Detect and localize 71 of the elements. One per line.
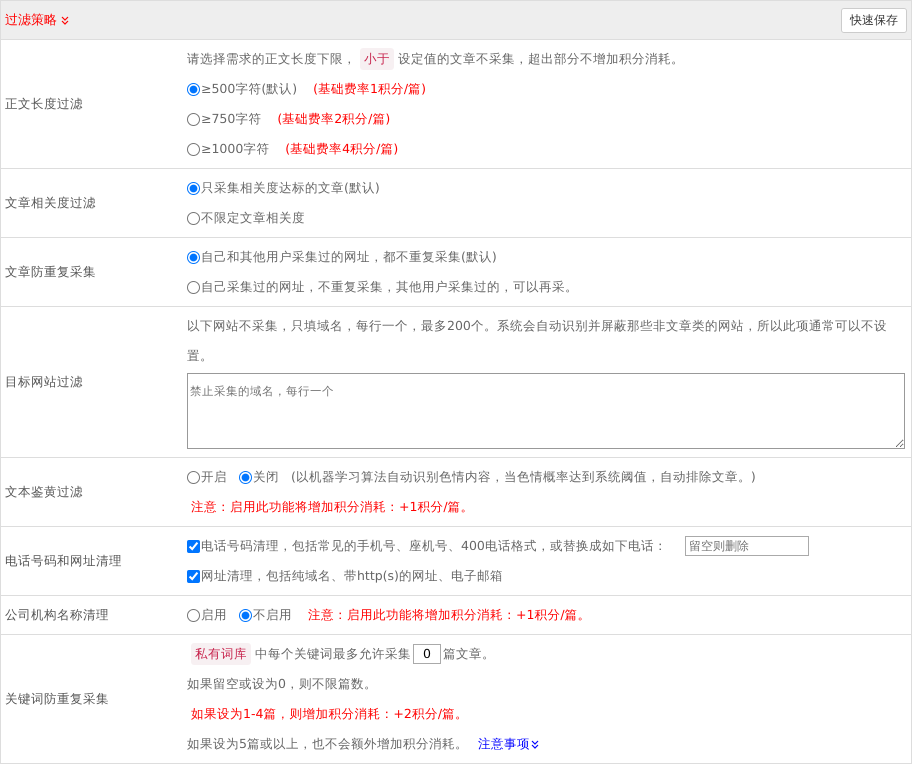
checkbox[interactable] (187, 540, 200, 552)
radio-option[interactable]: 开启 (187, 462, 227, 492)
radio-option[interactable]: 自己采集过的网址，不重复采集，其他用户采集过的，可以再采。 (187, 272, 578, 302)
radio-button[interactable] (239, 608, 252, 622)
radio-option[interactable]: 不限定文章相关度 (187, 203, 305, 233)
radio-option[interactable]: ≥750字符 (187, 104, 262, 134)
option-label: 启用 (201, 606, 227, 624)
keyword-tag: 私有词库 (191, 643, 251, 665)
description-text: 如果留空或设为0，则不限篇数。 (187, 676, 377, 691)
description-text: 中每个关键词最多允许采集 (255, 645, 411, 663)
description-text: (以机器学习算法自动识别色情内容，当色情概率达到系统阈值，自动排除文章。) (291, 468, 756, 486)
radio-button[interactable] (187, 470, 200, 484)
checkbox-option[interactable]: 网址清理，包括纯域名、带http(s)的网址、电子邮箱 (187, 561, 503, 591)
row-label: 关键词防重复采集 (5, 690, 109, 708)
section-title[interactable]: 过滤策略 (5, 11, 57, 29)
row-label: 文章防重复采集 (5, 264, 96, 280)
notes-link[interactable]: 注意事项 (478, 729, 539, 759)
count-input[interactable]: 0 (413, 644, 441, 664)
row-label: 文章相关度过滤 (5, 194, 96, 212)
option-label: 关闭 (253, 468, 279, 486)
radio-option[interactable]: 只采集相关度达标的文章(默认) (187, 173, 380, 203)
warning-text: (基础费率2积分/篇) (277, 110, 390, 128)
radio-option[interactable]: 自己和其他用户采集过的网址，都不重复采集(默认) (187, 242, 497, 272)
radio-option[interactable]: 启用 (187, 600, 227, 630)
row-label: 电话号码和网址清理 (5, 552, 122, 570)
radio-button[interactable] (187, 182, 200, 194)
description-text: 请选择需求的正文长度下限， (187, 50, 356, 68)
option-label: 自己和其他用户采集过的网址，都不重复采集(默认) (201, 248, 497, 266)
warning-text: 注意：启用此功能将增加积分消耗：+1积分/篇。 (191, 498, 474, 516)
description-text: 如果设为5篇或以上，也不会额外增加积分消耗。 (187, 735, 468, 753)
checkbox[interactable] (187, 570, 200, 582)
warning-text: (基础费率4积分/篇) (285, 140, 398, 158)
double-chevron-icon (61, 16, 69, 24)
double-chevron-icon (530, 740, 539, 748)
radio-button[interactable] (187, 82, 200, 96)
description-text: 以下网站不采集，只填域名，每行一个，最多200个。系统会自动识别并屏蔽那些非文章类的网站，所以此项通常可以不设置。 (187, 318, 887, 363)
option-label: 不限定文章相关度 (201, 209, 305, 227)
warning-text: (基础费率1积分/篇) (313, 80, 426, 98)
radio-button[interactable] (187, 212, 200, 224)
option-label: ≥500字符(默认) (201, 80, 298, 98)
radio-button[interactable] (239, 470, 252, 484)
option-label: 不启用 (253, 606, 292, 624)
description-text: 篇文章。 (443, 645, 495, 663)
domain-textarea[interactable]: 禁止采集的域名，每行一个 (187, 373, 905, 449)
radio-button[interactable] (187, 280, 200, 294)
quick-save-button[interactable]: 快速保存 (841, 8, 907, 32)
option-label: ≥750字符 (201, 110, 262, 128)
radio-button[interactable] (187, 142, 200, 156)
row-label: 目标网站过滤 (5, 374, 83, 390)
option-label: ≥1000字符 (201, 140, 270, 158)
row-label: 公司机构名称清理 (5, 606, 109, 624)
row-label: 文本鉴黄过滤 (5, 484, 83, 500)
option-label: 自己采集过的网址，不重复采集，其他用户采集过的，可以再采。 (201, 278, 578, 296)
radio-option[interactable]: ≥500字符(默认) (187, 74, 298, 104)
radio-button[interactable] (187, 250, 200, 264)
option-label: 网址清理，包括纯域名、带http(s)的网址、电子邮箱 (201, 567, 503, 585)
warning-text: 注意：启用此功能将增加积分消耗：+1积分/篇。 (308, 606, 591, 624)
radio-option[interactable]: ≥1000字符 (187, 134, 270, 164)
option-label: 开启 (201, 468, 227, 486)
description-text: 设定值的文章不采集，超出部分不增加积分消耗。 (398, 50, 684, 68)
checkbox-option[interactable]: 电话号码清理，包括常见的手机号、座机号、400电话格式，或替换成如下电话： (187, 531, 667, 561)
radio-button[interactable] (187, 608, 200, 622)
keyword-tag: 小于 (360, 48, 394, 70)
option-label: 只采集相关度达标的文章(默认) (201, 179, 380, 197)
radio-button[interactable] (187, 112, 200, 126)
radio-option[interactable]: 不启用 (239, 600, 292, 630)
radio-option[interactable]: 关闭 (239, 462, 279, 492)
option-label: 电话号码清理，包括常见的手机号、座机号、400电话格式，或替换成如下电话： (201, 537, 667, 555)
phone-input[interactable]: 留空则删除 (684, 536, 809, 556)
warning-text: 如果设为1-4篇，则增加积分消耗：+2积分/篇。 (191, 705, 468, 723)
row-label: 正文长度过滤 (5, 96, 83, 112)
